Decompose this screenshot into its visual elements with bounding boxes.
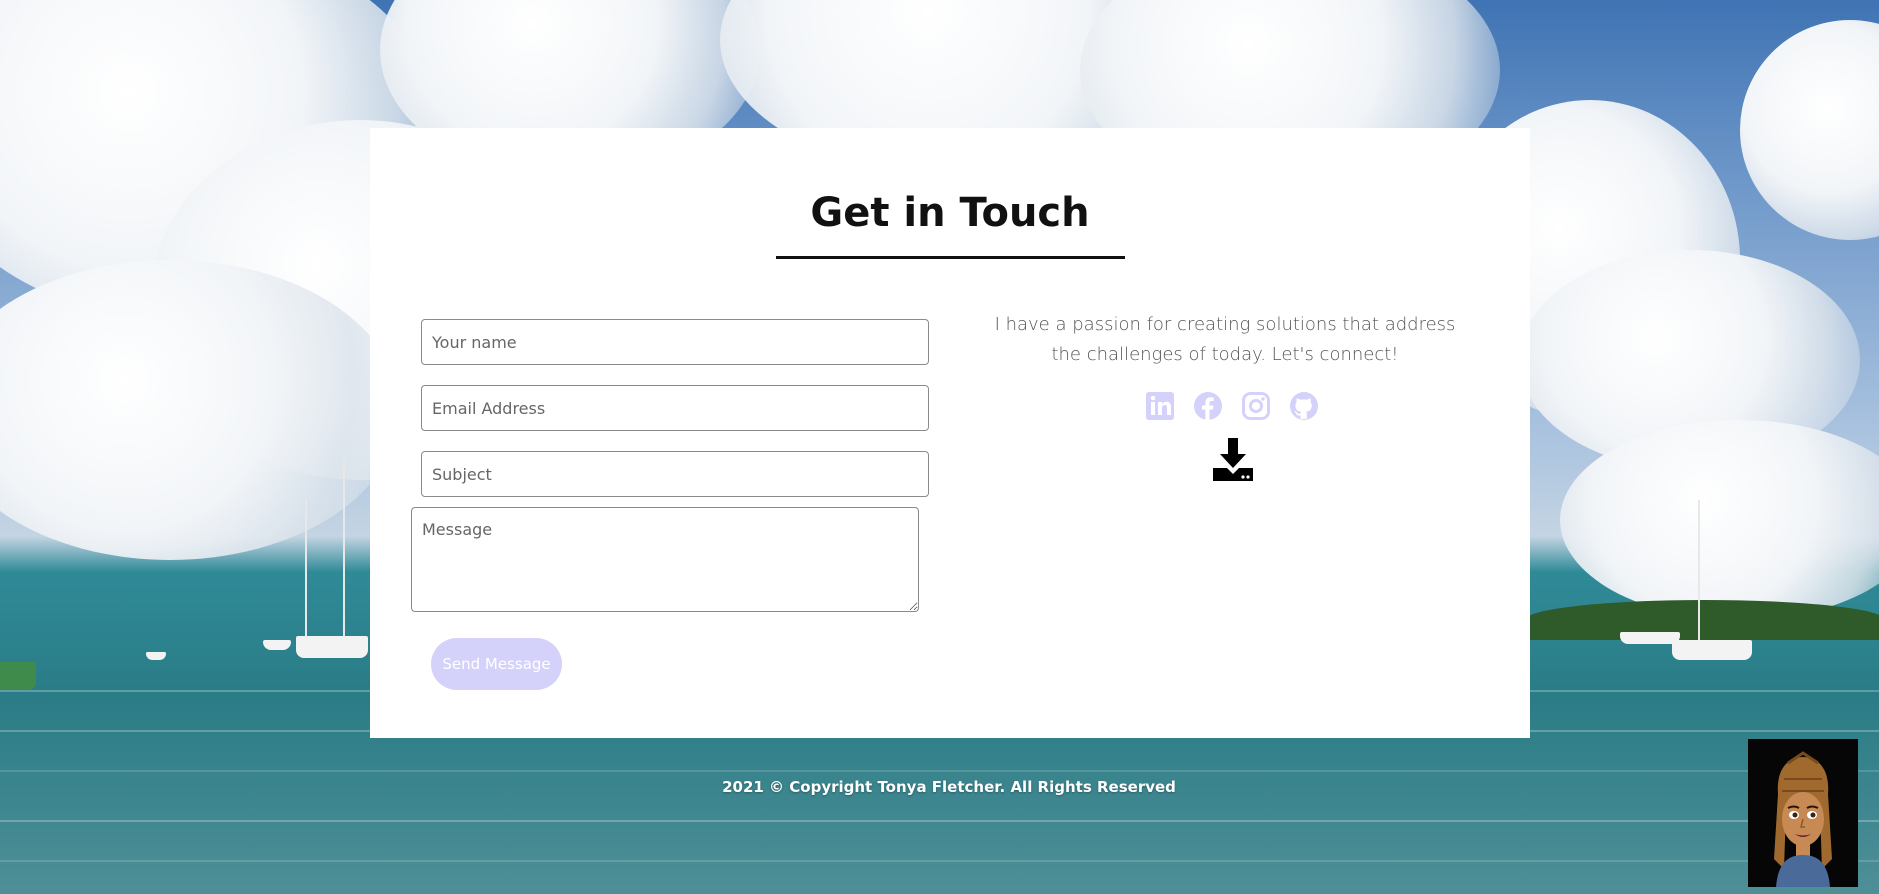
contact-blurb: I have a passion for creating solutions … [994,314,1456,365]
contact-card: Get in Touch Send Message I have a passi… [370,128,1530,738]
send-message-button[interactable]: Send Message [431,638,562,690]
name-input[interactable] [421,319,929,365]
subject-input[interactable] [421,451,929,497]
download-icon[interactable] [1212,438,1254,482]
footer-copyright: 2021 © Copyright Tonya Fletcher. All Rig… [722,778,1176,796]
avatar-image [1748,739,1858,887]
github-icon[interactable] [1289,391,1319,421]
instagram-icon[interactable] [1241,391,1271,421]
message-textarea[interactable] [411,507,919,612]
social-links [1145,391,1319,427]
email-input[interactable] [421,385,929,431]
avatar[interactable] [1748,739,1858,887]
linkedin-icon[interactable] [1145,391,1175,421]
title-underline [776,256,1125,259]
facebook-icon[interactable] [1193,391,1223,421]
page-title: Get in Touch [810,190,1090,236]
